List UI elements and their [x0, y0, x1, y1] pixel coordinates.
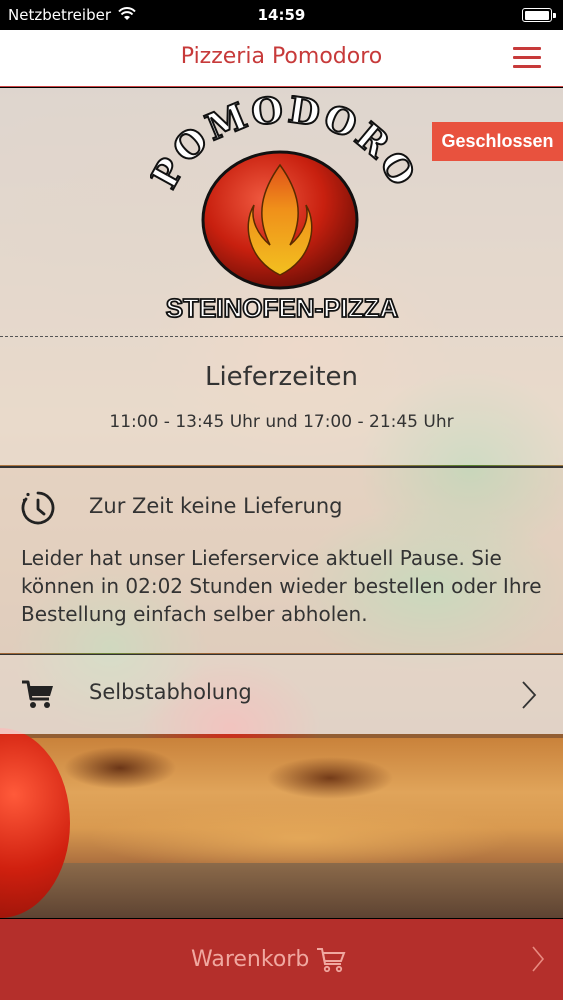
cart-label: Warenkorb [191, 947, 310, 972]
delivery-times-title: Lieferzeiten [204, 362, 359, 392]
status-bar: Netzbetreiber 14:59 [0, 0, 563, 30]
dashed-divider [0, 336, 563, 337]
cart-outline-icon [317, 948, 346, 973]
closed-badge: Geschlossen [432, 122, 563, 161]
pickup-row[interactable] [0, 654, 563, 734]
pomodoro-logo: POMODORO STEINOFEN-PIZZA [150, 95, 415, 324]
nav-bar: Pizzeria Pomodoro [0, 30, 563, 87]
cart-bar[interactable]: Warenkorb [0, 919, 563, 1000]
no-delivery-title: Zur Zeit keine Lieferung [89, 494, 343, 518]
delivery-times-hours: 11:00 - 13:45 Uhr und 17:00 - 21:45 Uhr [109, 412, 454, 432]
clock-icon [21, 491, 55, 525]
chevron-right-icon [532, 946, 545, 972]
pickup-label: Selbstabholung [89, 680, 252, 704]
clock-time: 14:59 [257, 6, 306, 24]
cart-icon [22, 680, 53, 708]
no-delivery-message: Leider hat unser Lieferservice aktuell P… [21, 546, 542, 626]
page-title: Pizzeria Pomodoro [180, 44, 383, 69]
hamburger-icon[interactable] [513, 47, 541, 69]
svg-text:STEINOFEN-PIZZA: STEINOFEN-PIZZA [166, 293, 399, 323]
battery-icon [522, 8, 556, 22]
chevron-right-icon [522, 681, 537, 709]
